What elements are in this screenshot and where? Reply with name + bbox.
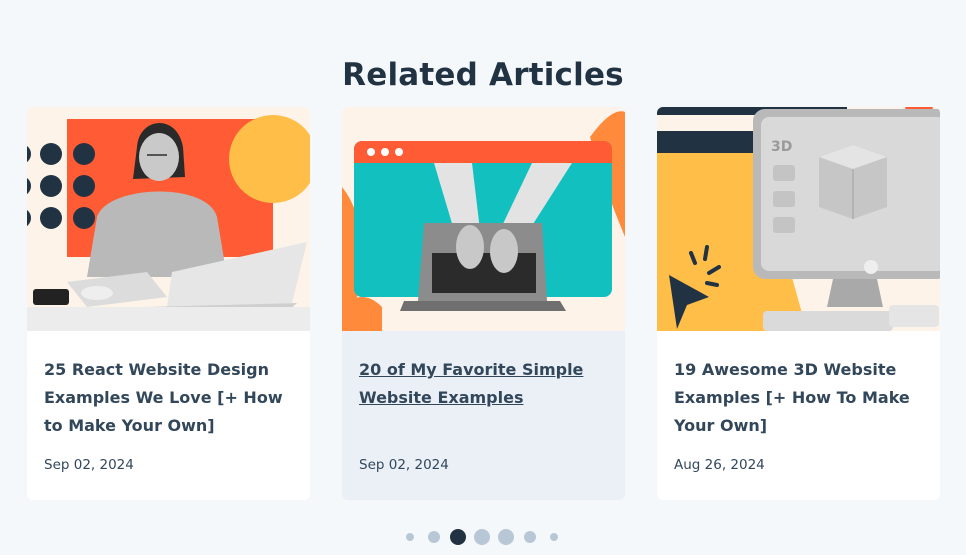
article-card-3[interactable]: 3D 19 Awesome 3D Website Examples [+ How… xyxy=(657,107,940,500)
carousel-dot-4[interactable] xyxy=(474,529,490,545)
carousel-pagination xyxy=(0,528,966,546)
carousel-dot-3[interactable] xyxy=(450,529,466,545)
woman-with-laptop-illustration xyxy=(27,107,310,331)
article-card-1[interactable]: 25 React Website Design Examples We Love… xyxy=(27,107,310,500)
article-image-3[interactable]: 3D xyxy=(657,107,940,331)
svg-text:3D: 3D xyxy=(771,139,792,155)
article-title-3[interactable]: 19 Awesome 3D Website Examples [+ How To… xyxy=(674,356,924,440)
article-image-1[interactable] xyxy=(27,107,310,331)
article-image-2[interactable] xyxy=(342,107,625,331)
carousel-dot-2[interactable] xyxy=(428,531,440,543)
article-title-2[interactable]: 20 of My Favorite Simple Website Example… xyxy=(359,356,609,412)
article-card-2[interactable]: 20 of My Favorite Simple Website Example… xyxy=(342,107,625,500)
hands-typing-laptop-browser-illustration xyxy=(342,107,625,331)
section-title: Related Articles xyxy=(342,56,624,93)
carousel-dot-7[interactable] xyxy=(550,533,558,541)
article-date-2: Sep 02, 2024 xyxy=(359,457,449,473)
article-date-3: Aug 26, 2024 xyxy=(674,457,765,473)
carousel-dot-6[interactable] xyxy=(524,531,536,543)
3d-monitor-cursor-illustration: 3D xyxy=(657,107,940,331)
article-date-1: Sep 02, 2024 xyxy=(44,457,134,473)
carousel-dot-1[interactable] xyxy=(406,533,414,541)
article-title-1[interactable]: 25 React Website Design Examples We Love… xyxy=(44,356,294,440)
carousel-dot-5[interactable] xyxy=(498,529,514,545)
